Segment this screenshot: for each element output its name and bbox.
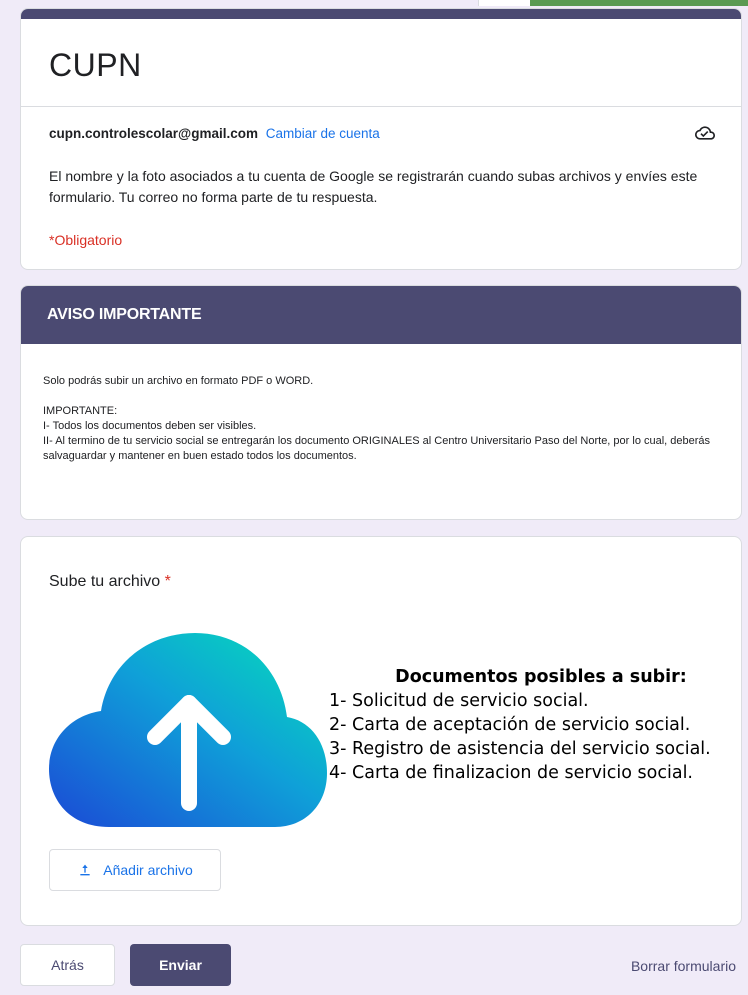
submit-button[interactable]: Enviar <box>130 944 231 986</box>
account-email: cupn.controlescolar@gmail.com <box>49 126 258 141</box>
document-item: 3- Registro de asistencia del servicio s… <box>329 739 711 759</box>
document-item: 1- Solicitud de servicio social. <box>329 691 589 711</box>
required-note: *Obligatorio <box>49 232 123 248</box>
add-file-button[interactable]: Añadir archivo <box>49 849 221 891</box>
documents-list: Documentos posibles a subir: 1- Solicitu… <box>329 665 729 785</box>
documents-title: Documentos posibles a subir: <box>395 667 687 687</box>
form-title: CUPN <box>49 47 142 83</box>
cloud-upload-icon <box>49 633 327 827</box>
section-line: II- Al termino de tu servicio social se … <box>43 435 711 462</box>
document-item: 4- Carta de finalizacion de servicio soc… <box>329 763 693 783</box>
document-item: 2- Carta de aceptación de servicio socia… <box>329 715 691 735</box>
add-file-label: Añadir archivo <box>103 862 193 878</box>
back-button[interactable]: Atrás <box>20 944 115 986</box>
section-description: Solo podrás subir un archivo en formato … <box>21 344 741 464</box>
section-card: AVISO IMPORTANTE Solo podrás subir un ar… <box>20 285 742 520</box>
question-label: Sube tu archivo * <box>49 573 171 591</box>
required-star: * <box>164 573 171 590</box>
section-title: AVISO IMPORTANTE <box>21 286 741 344</box>
clear-form-link[interactable]: Borrar formulario <box>631 958 736 974</box>
switch-account-link[interactable]: Cambiar de cuenta <box>266 126 380 141</box>
upload-question-card: Sube tu archivo * Documentos posibles a … <box>20 536 742 926</box>
section-line: IMPORTANTE: <box>43 405 118 417</box>
section-line: I- Todos los documentos deben ser visibl… <box>43 420 257 432</box>
header-divider <box>21 106 741 107</box>
cloud-check-icon[interactable] <box>695 123 715 143</box>
upload-icon <box>80 864 90 876</box>
section-line: Solo podrás subir un archivo en formato … <box>43 375 314 387</box>
top-strip-green <box>530 0 748 6</box>
question-title: Sube tu archivo <box>49 573 161 590</box>
account-row: cupn.controlescolar@gmail.com Cambiar de… <box>49 126 380 141</box>
account-notice: El nombre y la foto asociados a tu cuent… <box>49 168 698 205</box>
form-header-card: CUPN cupn.controlescolar@gmail.com Cambi… <box>20 8 742 270</box>
header-accent-bar <box>21 9 741 19</box>
